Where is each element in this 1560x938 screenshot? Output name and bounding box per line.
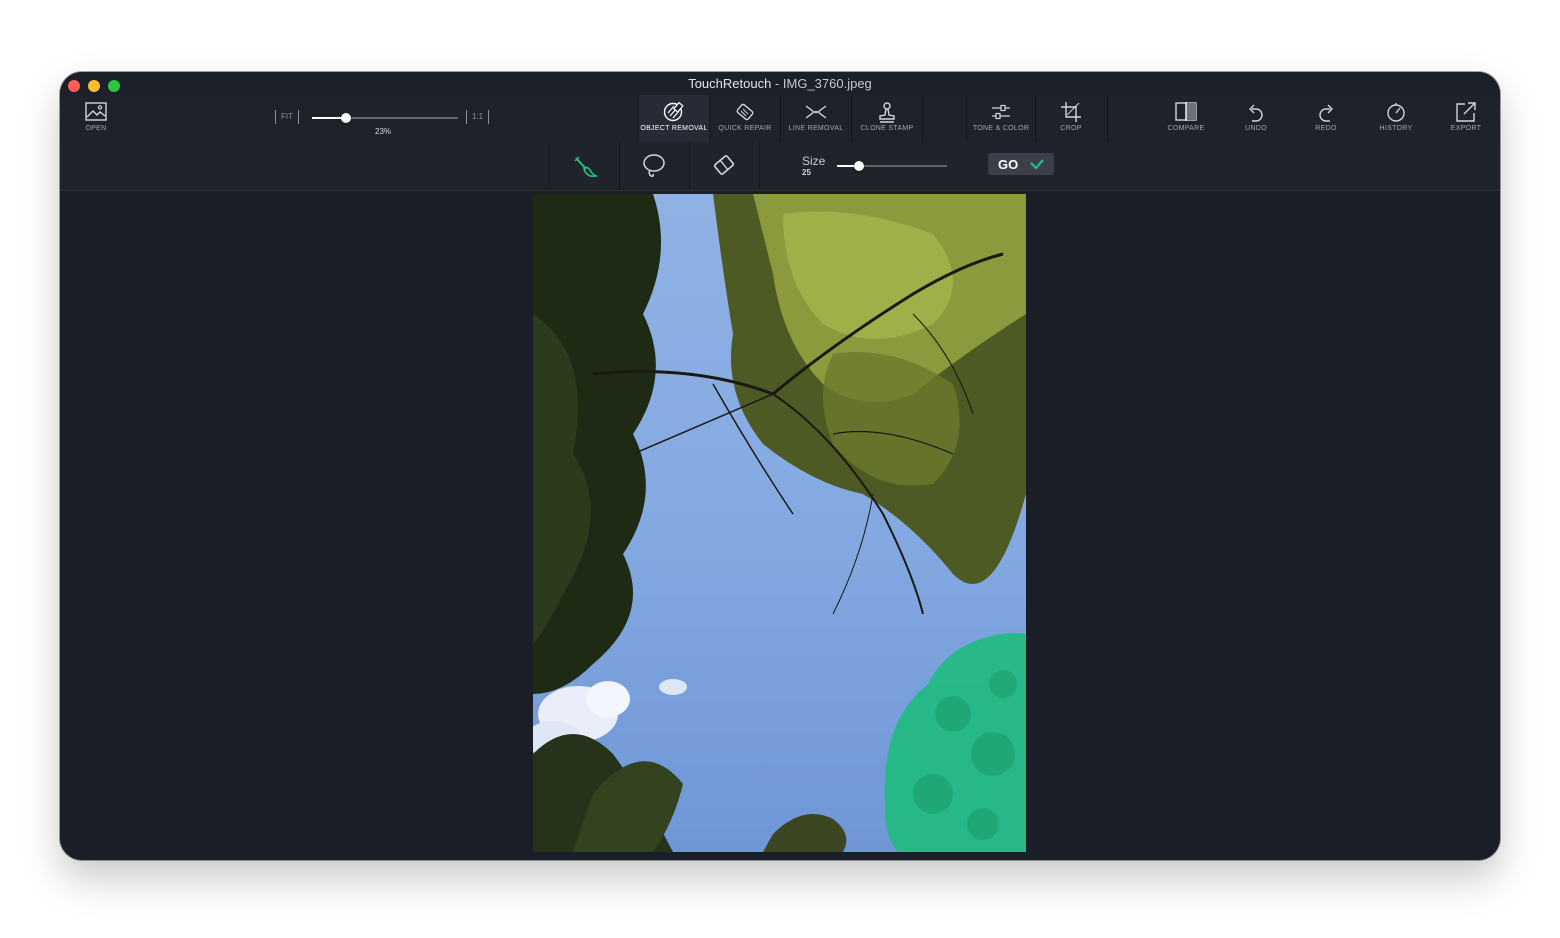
- go-button[interactable]: GO: [988, 153, 1054, 175]
- tool-label: TONE & COLOR: [972, 125, 1030, 132]
- tone-color-icon: [992, 104, 1010, 120]
- tool-tone-color[interactable]: TONE & COLOR: [967, 95, 1035, 142]
- image-canvas[interactable]: [60, 191, 1500, 860]
- undo-label: UNDO: [1245, 125, 1267, 132]
- tool-label: QUICK REPAIR: [718, 125, 772, 132]
- eraser-tool-button[interactable]: [690, 142, 758, 190]
- brush-icon: [574, 156, 598, 178]
- zoom-slider-knob[interactable]: [340, 113, 351, 123]
- app-name: TouchRetouch: [688, 76, 772, 91]
- title-separator: -: [771, 76, 783, 91]
- compare-label: COMPARE: [1167, 125, 1205, 132]
- lasso-tool-button[interactable]: [620, 142, 688, 190]
- eraser-icon: [713, 155, 735, 175]
- zoom-slider-track[interactable]: [312, 117, 458, 119]
- toolbar-divider: [759, 142, 760, 190]
- go-label: GO: [998, 157, 1019, 172]
- history-icon: [1387, 103, 1405, 122]
- main-toolbar: OPEN FIT 23% 1:1 OBJECT REMOVAL QUICK RE…: [60, 95, 1500, 142]
- file-name: IMG_3760.jpeg: [782, 76, 872, 91]
- checkmark-icon: [1030, 159, 1044, 170]
- window-title: TouchRetouch - IMG_3760.jpeg: [60, 72, 1500, 96]
- tool-object-removal[interactable]: OBJECT REMOVAL: [639, 95, 709, 142]
- lasso-icon: [643, 154, 665, 177]
- crop-icon: [1061, 102, 1081, 122]
- quick-repair-icon: [736, 103, 754, 121]
- zoom-actual-size-button[interactable]: 1:1: [466, 110, 490, 124]
- tool-clone-stamp[interactable]: CLONE STAMP: [852, 95, 922, 142]
- tool-label: OBJECT REMOVAL: [640, 125, 708, 132]
- undo-icon: [1249, 104, 1263, 122]
- photo-image[interactable]: [533, 194, 1026, 852]
- app-window: TouchRetouch - IMG_3760.jpeg OPEN FIT 23…: [60, 72, 1500, 860]
- redo-button[interactable]: REDO: [1296, 95, 1356, 142]
- tool-label: CROP: [1060, 125, 1082, 132]
- brush-size-value: 25: [802, 168, 811, 177]
- tool-quick-repair[interactable]: QUICK REPAIR: [710, 95, 780, 142]
- compare-button[interactable]: COMPARE: [1156, 95, 1216, 142]
- open-label: OPEN: [85, 125, 107, 132]
- brush-size-label: Size: [802, 154, 826, 168]
- tool-line-removal[interactable]: LINE REMOVAL: [781, 95, 851, 142]
- history-button[interactable]: HISTORY: [1366, 95, 1426, 142]
- toolbar-divider: [922, 95, 923, 142]
- tool-crop[interactable]: CROP: [1036, 95, 1106, 142]
- zoom-percent: 23%: [375, 127, 392, 136]
- line-removal-icon: [805, 105, 827, 119]
- brush-tool-button[interactable]: [550, 142, 618, 190]
- redo-icon: [1319, 104, 1333, 122]
- minimize-window-button[interactable]: [88, 80, 100, 92]
- toolbar-divider: [1107, 95, 1108, 142]
- clone-stamp-icon: [879, 102, 895, 123]
- object-removal-toolbar: Size 25 GO: [60, 142, 1500, 191]
- image-icon: [85, 102, 107, 121]
- zoom-fit-button[interactable]: FIT: [275, 110, 299, 124]
- redo-label: REDO: [1315, 125, 1337, 132]
- tool-label: CLONE STAMP: [860, 125, 914, 132]
- close-window-button[interactable]: [68, 80, 80, 92]
- title-bar: TouchRetouch - IMG_3760.jpeg: [60, 72, 1500, 95]
- undo-button[interactable]: UNDO: [1226, 95, 1286, 142]
- export-button[interactable]: EXPORT: [1436, 95, 1496, 142]
- history-label: HISTORY: [1379, 125, 1413, 132]
- object-removal-icon: [663, 101, 684, 122]
- compare-icon: [1175, 102, 1197, 121]
- open-button[interactable]: OPEN: [74, 95, 118, 142]
- export-icon: [1456, 102, 1476, 122]
- zoom-window-button[interactable]: [108, 80, 120, 92]
- brush-size-slider-knob[interactable]: [854, 161, 864, 171]
- export-label: EXPORT: [1450, 125, 1482, 132]
- tool-label: LINE REMOVAL: [788, 125, 844, 132]
